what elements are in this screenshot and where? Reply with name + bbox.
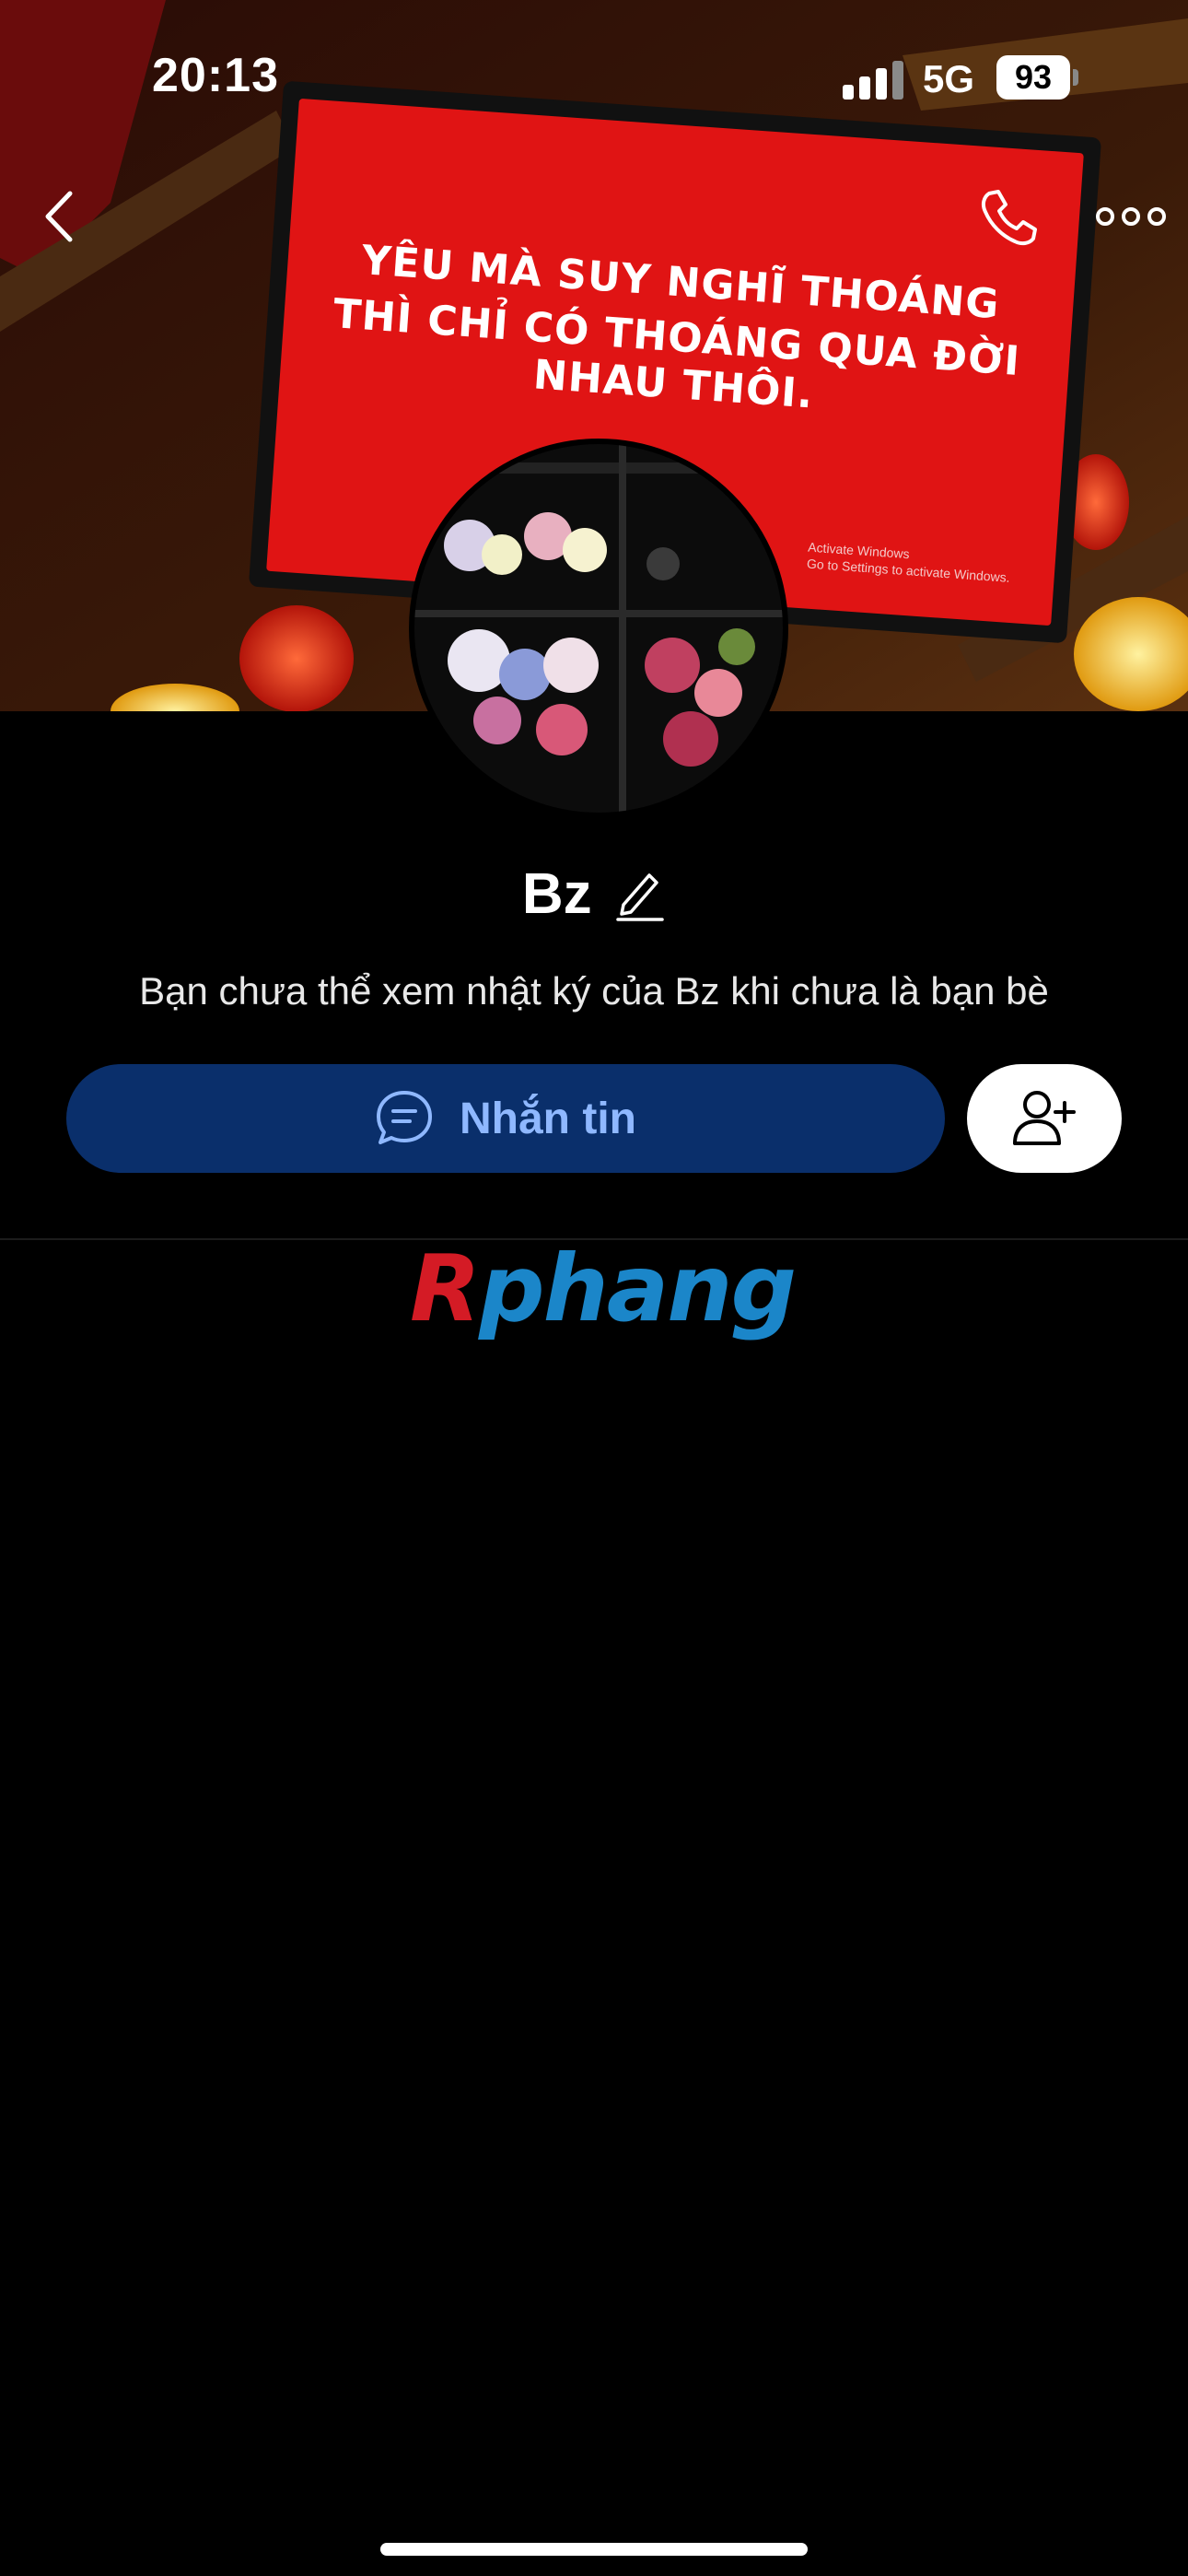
status-time: 20:13	[152, 49, 279, 102]
avatar-image	[414, 444, 783, 813]
profile-name: Bz	[521, 862, 592, 926]
edit-pencil-icon[interactable]	[614, 866, 666, 923]
home-indicator[interactable]	[380, 2543, 808, 2556]
battery-icon: 93	[996, 55, 1079, 100]
battery-level: 93	[1014, 58, 1053, 96]
phone-icon[interactable]	[976, 184, 1041, 249]
back-icon[interactable]	[37, 184, 92, 249]
watermark-part-b: phang	[479, 1235, 797, 1342]
add-friend-button[interactable]	[967, 1064, 1122, 1173]
watermark-part-a: R	[410, 1235, 481, 1342]
more-icon[interactable]	[1094, 198, 1168, 235]
privacy-note: Bạn chưa thể xem nhật ký của Bz khi chưa…	[139, 969, 1049, 1013]
avatar[interactable]	[409, 439, 788, 818]
add-friend-icon	[1013, 1091, 1076, 1145]
watermark-logo: Rphang	[410, 1235, 797, 1345]
chat-bubble-icon	[377, 1091, 432, 1144]
message-button[interactable]: Nhắn tin	[66, 1064, 945, 1173]
network-type: 5G	[923, 57, 975, 100]
activate-windows-text: Activate Windows Go to Settings to activ…	[806, 539, 1011, 586]
name-row: Bz	[0, 861, 1188, 935]
signal-icon	[843, 61, 903, 100]
message-button-label: Nhắn tin	[460, 1094, 636, 1143]
